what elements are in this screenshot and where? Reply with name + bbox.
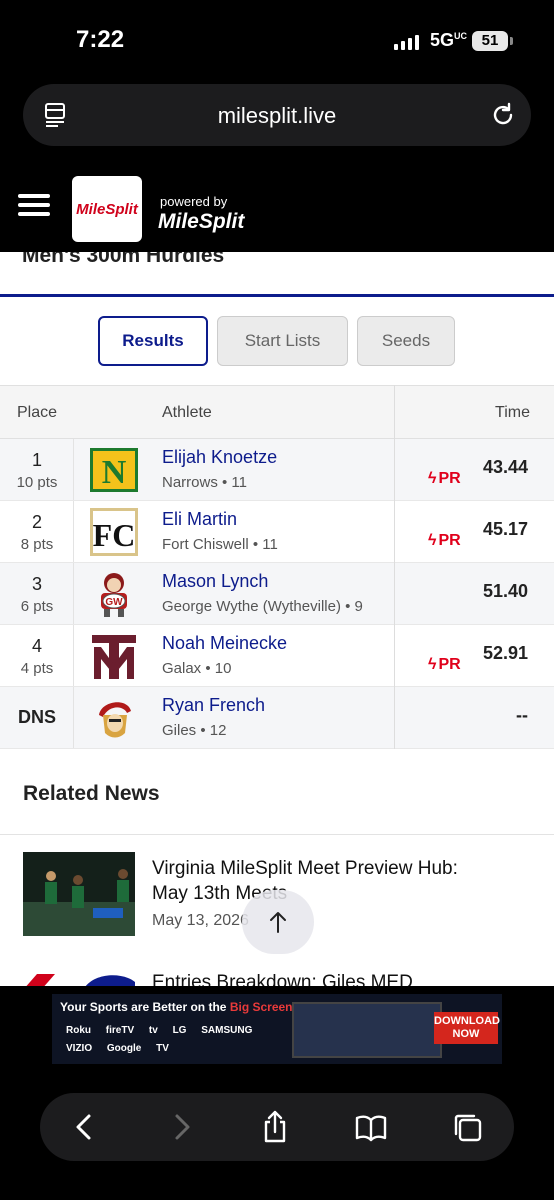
result-time: -- <box>516 705 528 725</box>
divider <box>0 834 554 835</box>
arrow-up-icon <box>270 912 286 933</box>
url-bar[interactable]: milesplit.live <box>23 84 531 146</box>
news-thumbnail[interactable] <box>23 970 135 986</box>
forward-icon[interactable] <box>164 1110 198 1144</box>
lightning-icon: ϟ <box>428 656 437 673</box>
battery-cap <box>510 37 513 45</box>
result-time: 52.91 <box>482 643 528 663</box>
ad-headline: Your Sports are Better on the Big Screen <box>60 1000 293 1014</box>
back-icon[interactable] <box>68 1110 102 1144</box>
powered-by-label: powered by <box>160 194 228 209</box>
svg-text:FC: FC <box>93 517 136 553</box>
tab-start-lists[interactable]: Start Lists <box>217 316 348 366</box>
network-type: 5GUC <box>430 30 468 50</box>
athlete-school[interactable]: George Wythe (Wytheville) • 9 <box>162 598 363 615</box>
divider <box>0 294 554 297</box>
table-row[interactable]: 1 10 pts N Elijah Knoetze Narrows • 11 ϟ… <box>0 439 554 501</box>
points: 6 pts <box>20 598 54 615</box>
giles-logo-icon <box>99 702 131 738</box>
ad-tv-image <box>292 1002 442 1058</box>
column-divider <box>394 385 395 749</box>
tabs-icon[interactable] <box>450 1110 484 1144</box>
pr-badge: ϟ PR <box>428 470 461 487</box>
battery-icon: 51 <box>472 31 508 51</box>
points: 8 pts <box>20 536 54 553</box>
athlete-school[interactable]: Fort Chiswell • 11 <box>162 536 278 553</box>
powered-by-brand: MileSplit <box>158 210 245 233</box>
svg-text:GW: GW <box>105 597 123 608</box>
place: 4 <box>31 636 42 656</box>
share-icon[interactable] <box>258 1110 292 1144</box>
ad-banner[interactable]: Your Sports are Better on the Big Screen… <box>52 994 502 1064</box>
bookmarks-icon[interactable] <box>354 1110 388 1144</box>
results-table: Place Athlete Time 1 10 pts N Elijah Kno… <box>0 385 554 749</box>
event-title: Men's 300m Hurdles <box>22 252 225 267</box>
lightning-icon: ϟ <box>428 532 437 549</box>
pr-badge: ϟ PR <box>428 532 461 549</box>
narrows-logo-icon: N <box>90 448 138 492</box>
news-title[interactable]: Entries Breakdown: Giles MED <box>152 972 413 986</box>
george-wythe-logo-icon: GW <box>101 573 127 617</box>
ad-brands: Roku fireTV tv LG SAMSUNG VIZIO Google T… <box>66 1025 253 1054</box>
header-time[interactable]: Time <box>495 404 530 422</box>
athlete-name[interactable]: Eli Martin <box>162 509 237 530</box>
place: 1 <box>31 450 42 470</box>
status-bar: 7:22 5GUC 51 <box>0 0 554 80</box>
hamburger-menu-icon[interactable] <box>18 194 50 218</box>
scroll-to-top-button[interactable] <box>242 890 314 954</box>
signal-icon <box>394 34 419 50</box>
url-text[interactable]: milesplit.live <box>23 103 531 129</box>
svg-text:N: N <box>102 454 127 491</box>
place: 3 <box>31 574 42 594</box>
athlete-school[interactable]: Galax • 10 <box>162 660 231 677</box>
athlete-school[interactable]: Giles • 12 <box>162 722 226 739</box>
table-row[interactable]: 4 4 pts Noah Meinecke Galax • 10 ϟ PR 52.… <box>0 625 554 687</box>
fort-chiswell-logo-icon: FC <box>90 508 138 556</box>
result-time: 45.17 <box>482 519 528 539</box>
galax-logo-icon <box>92 635 136 679</box>
athlete-name[interactable]: Elijah Knoetze <box>162 447 277 468</box>
result-time: 43.44 <box>482 457 528 477</box>
tab-results[interactable]: Results <box>98 316 208 366</box>
place: DNS <box>17 707 56 727</box>
header-athlete: Athlete <box>162 404 212 421</box>
status-time: 7:22 <box>76 26 125 53</box>
athlete-name[interactable]: Ryan French <box>162 695 265 716</box>
site-header: MileSplit powered by MileSplit <box>0 160 554 252</box>
table-row[interactable]: 3 6 pts GW Mason Lynch George Wythe (Wyt… <box>0 563 554 625</box>
tab-seeds[interactable]: Seeds <box>357 316 455 366</box>
milesplit-logo[interactable]: MileSplit <box>72 176 142 242</box>
news-thumbnail[interactable] <box>23 852 135 936</box>
reload-icon[interactable] <box>489 101 517 129</box>
athlete-school[interactable]: Narrows • 11 <box>162 474 247 491</box>
result-time: 51.40 <box>482 581 528 601</box>
athlete-name[interactable]: Mason Lynch <box>162 571 268 592</box>
place: 2 <box>31 512 42 532</box>
browser-toolbar <box>40 1093 514 1161</box>
news-date: May 13, 2026 <box>152 912 249 929</box>
pr-badge: ϟ PR <box>428 656 461 673</box>
news-title[interactable]: Virginia MileSplit Meet Preview Hub: May… <box>152 856 462 906</box>
header-place: Place <box>17 404 58 421</box>
table-row[interactable]: DNS Ryan French Giles • 12 -- <box>0 687 554 749</box>
ad-download-button[interactable]: DOWNLOAD NOW <box>434 1012 500 1044</box>
athlete-name[interactable]: Noah Meinecke <box>162 633 287 654</box>
table-header: Place Athlete Time <box>0 385 554 439</box>
table-row[interactable]: 2 8 pts FC Eli Martin Fort Chiswell • 11… <box>0 501 554 563</box>
related-news-title: Related News <box>23 782 160 805</box>
lightning-icon: ϟ <box>428 470 437 487</box>
page-content: Men's 300m Hurdles Results Start Lists S… <box>0 252 554 986</box>
points: 10 pts <box>16 474 58 491</box>
points: 4 pts <box>20 660 54 677</box>
